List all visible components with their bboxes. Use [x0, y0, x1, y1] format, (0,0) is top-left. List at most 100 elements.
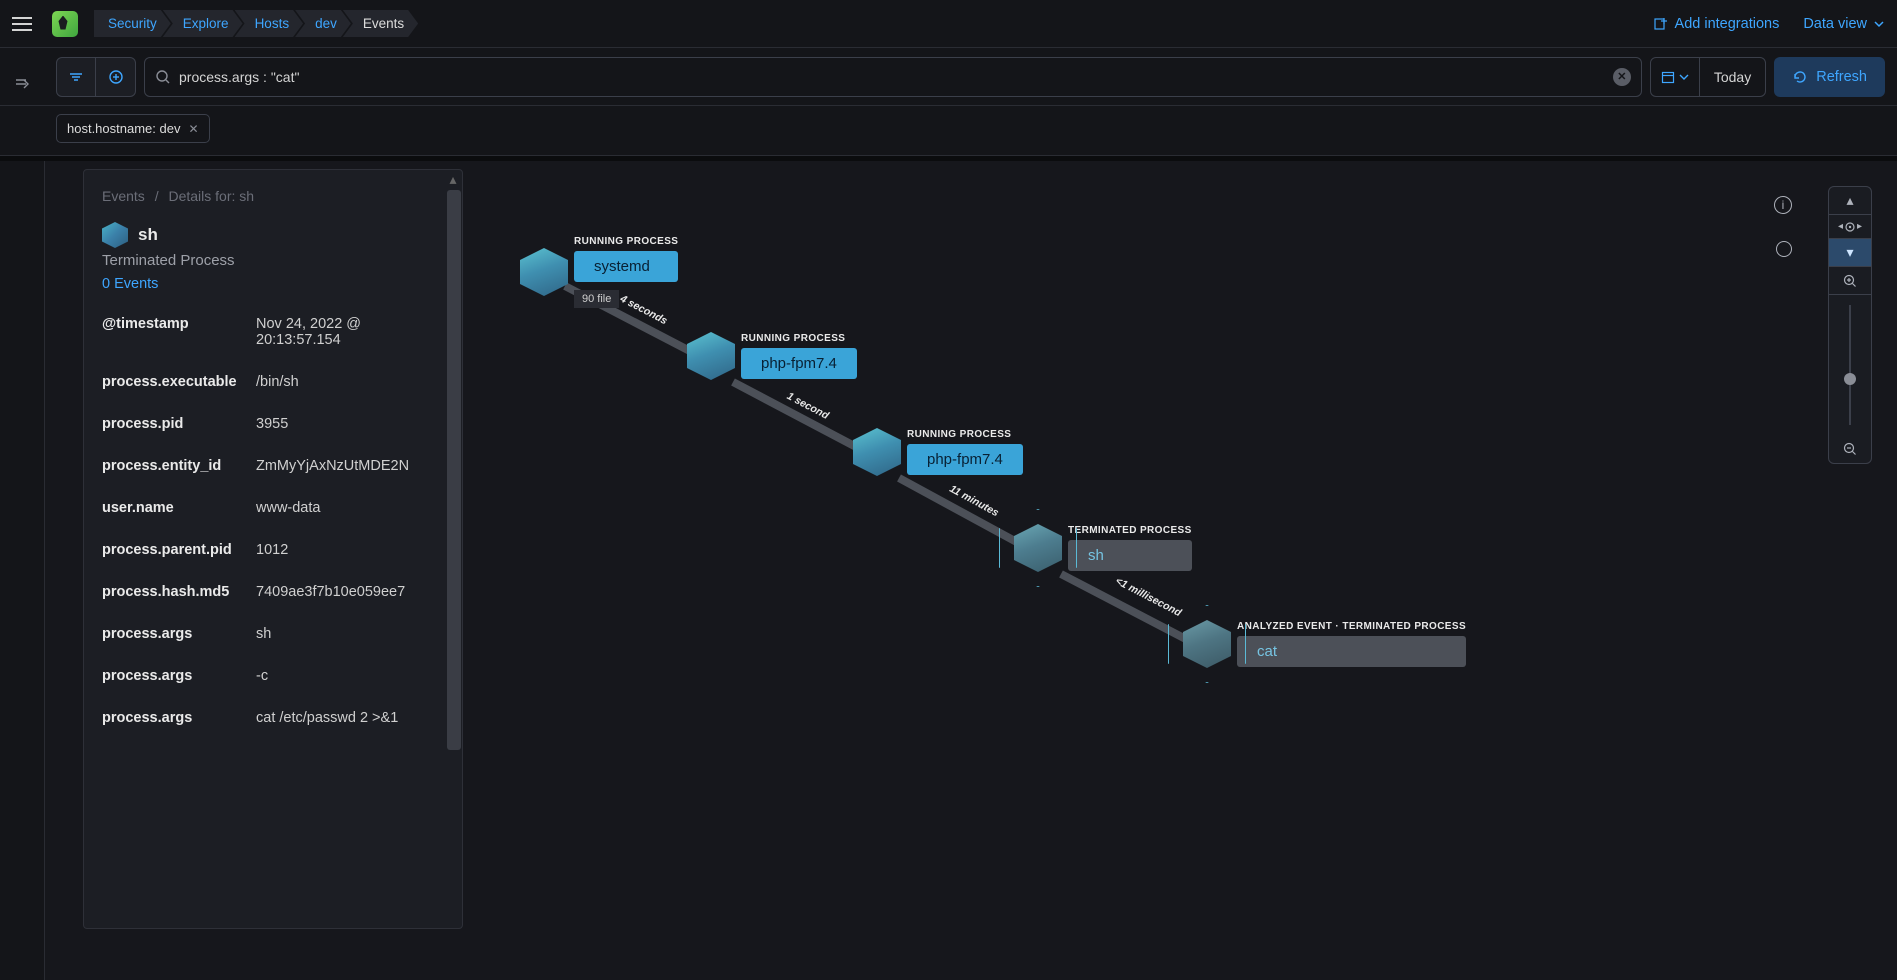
scrollbar-thumb[interactable]	[447, 190, 461, 750]
detail-value: sh	[256, 626, 438, 642]
detail-value: cat /etc/passwd 2 >&1	[256, 710, 438, 726]
details-panel: ▴ Events / Details for: sh sh Terminated…	[83, 169, 463, 929]
add-filter-button[interactable]	[96, 57, 136, 97]
process-cube-icon	[520, 248, 568, 296]
expand-sidebar-icon[interactable]	[14, 75, 32, 96]
node-status-tag: RUNNING PROCESS	[574, 236, 678, 247]
detail-value: -c	[256, 668, 438, 684]
zoom-slider[interactable]	[1829, 295, 1871, 435]
node-status-tag: RUNNING PROCESS	[741, 333, 857, 344]
chevron-down-icon	[1679, 72, 1689, 82]
crosshair-icon	[1843, 220, 1857, 234]
detail-value: www-data	[256, 500, 438, 516]
add-integrations-link[interactable]: Add integrations	[1653, 16, 1780, 32]
detail-row: user.namewww-data	[102, 500, 438, 516]
node-name-button[interactable]: systemd	[574, 251, 678, 282]
legend-toggle-icon[interactable]	[1776, 241, 1792, 257]
refresh-icon	[1792, 69, 1808, 85]
detail-value: /bin/sh	[256, 374, 438, 390]
node-name-button[interactable]: php-fpm7.4	[907, 444, 1023, 475]
process-node[interactable]: RUNNING PROCESSphp-fpm7.4	[853, 428, 1023, 476]
node-name-button[interactable]: php-fpm7.4	[741, 348, 857, 379]
detail-key: process.executable	[102, 374, 256, 390]
detail-key: process.parent.pid	[102, 542, 256, 558]
package-plus-icon	[1653, 16, 1669, 32]
scroll-up-icon[interactable]: ▴	[444, 170, 462, 188]
date-picker-button[interactable]	[1651, 58, 1700, 96]
query-mode-buttons	[56, 57, 136, 97]
detail-key: @timestamp	[102, 316, 256, 332]
process-cube-icon	[1183, 620, 1231, 668]
events-count-link[interactable]: 0 Events	[102, 276, 158, 292]
process-node[interactable]: RUNNING PROCESS systemd 90 file	[520, 236, 678, 308]
breadcrumb-hosts[interactable]: Hosts	[235, 10, 304, 37]
main-area: ▴ Events / Details for: sh sh Terminated…	[45, 161, 1897, 980]
calendar-icon	[1661, 70, 1675, 84]
topbar-right: Add integrations Data view	[1653, 16, 1885, 32]
panel-crumb-events[interactable]: Events	[102, 188, 145, 204]
hamburger-menu-icon[interactable]	[12, 12, 36, 36]
node-name-button[interactable]: sh	[1068, 540, 1192, 571]
detail-value: 1012	[256, 542, 438, 558]
recenter-button[interactable]: ◂ ▸	[1829, 215, 1871, 239]
process-title: sh	[138, 225, 158, 245]
node-name-button[interactable]: cat	[1237, 636, 1466, 667]
panel-crumb-details: Details for: sh	[168, 188, 254, 204]
pan-down-button[interactable]: ▾	[1829, 239, 1871, 267]
search-row: ✕ Today Refresh	[0, 48, 1897, 106]
detail-row: @timestampNov 24, 2022 @ 20:13:57.154	[102, 316, 438, 348]
search-input-wrap: ✕	[144, 57, 1642, 97]
breadcrumb-explore[interactable]: Explore	[163, 10, 243, 37]
detail-key: user.name	[102, 500, 256, 516]
zoom-out-button[interactable]	[1829, 435, 1871, 463]
process-analyzer-graph[interactable]: i ▴ ◂ ▸ ▾ 4 seconds1 second11 minutes<1 …	[465, 186, 1872, 955]
detail-key: process.args	[102, 668, 256, 684]
clear-query-icon[interactable]: ✕	[1613, 68, 1631, 86]
node-status-tag: ANALYZED EVENT · TERMINATED PROCESS	[1237, 621, 1466, 632]
filter-toggle-button[interactable]	[56, 57, 96, 97]
detail-key: process.args	[102, 626, 256, 642]
plus-magnify-icon	[1843, 274, 1857, 288]
topbar: Security Explore Hosts dev Events Add in…	[0, 0, 1897, 48]
detail-key: process.args	[102, 710, 256, 726]
chevron-down-icon	[1873, 18, 1885, 30]
process-cube-icon	[853, 428, 901, 476]
process-node[interactable]: TERMINATED PROCESS sh	[1014, 524, 1192, 572]
info-icon[interactable]: i	[1774, 196, 1792, 214]
detail-row: process.argssh	[102, 626, 438, 642]
refresh-button[interactable]: Refresh	[1774, 57, 1885, 97]
filter-row: host.hostname: dev ✕	[0, 106, 1897, 156]
detail-row: process.hash.md57409ae3f7b10e059ee7	[102, 584, 438, 600]
filter-icon	[68, 69, 84, 85]
detail-row: process.args-c	[102, 668, 438, 684]
filter-chip-hostname[interactable]: host.hostname: dev ✕	[56, 114, 210, 143]
process-cube-icon	[1014, 524, 1062, 572]
zoom-slider-thumb[interactable]	[1844, 373, 1856, 385]
node-status-tag: TERMINATED PROCESS	[1068, 525, 1192, 536]
query-input[interactable]	[179, 69, 1605, 85]
process-node[interactable]: RUNNING PROCESS php-fpm7.4	[687, 332, 857, 380]
search-icon	[155, 69, 171, 85]
breadcrumb-dev[interactable]: dev	[295, 10, 351, 37]
panel-breadcrumb: Events / Details for: sh	[102, 188, 438, 204]
process-node[interactable]: ANALYZED EVENT · TERMINATED PROCESS cat	[1183, 620, 1466, 668]
remove-filter-icon[interactable]: ✕	[188, 122, 198, 136]
date-range-label[interactable]: Today	[1700, 69, 1765, 85]
detail-value: 3955	[256, 416, 438, 432]
breadcrumb-security[interactable]: Security	[94, 10, 171, 37]
node-sublabel: 90 file	[574, 290, 619, 308]
data-view-dropdown[interactable]: Data view	[1803, 16, 1885, 32]
detail-key: process.hash.md5	[102, 584, 256, 600]
zoom-in-button[interactable]	[1829, 267, 1871, 295]
pan-up-button[interactable]: ▴	[1829, 187, 1871, 215]
detail-value: Nov 24, 2022 @ 20:13:57.154	[256, 316, 438, 348]
detail-value: ZmMyYjAxNzUtMDE2N	[256, 458, 438, 474]
app-logo[interactable]	[52, 11, 78, 37]
detail-row: process.pid3955	[102, 416, 438, 432]
breadcrumbs: Security Explore Hosts dev Events	[94, 10, 410, 37]
breadcrumb-events[interactable]: Events	[343, 10, 418, 37]
process-cube-icon	[102, 222, 128, 248]
detail-row: process.entity_idZmMyYjAxNzUtMDE2N	[102, 458, 438, 474]
date-picker: Today	[1650, 57, 1766, 97]
detail-row: process.executable/bin/sh	[102, 374, 438, 390]
